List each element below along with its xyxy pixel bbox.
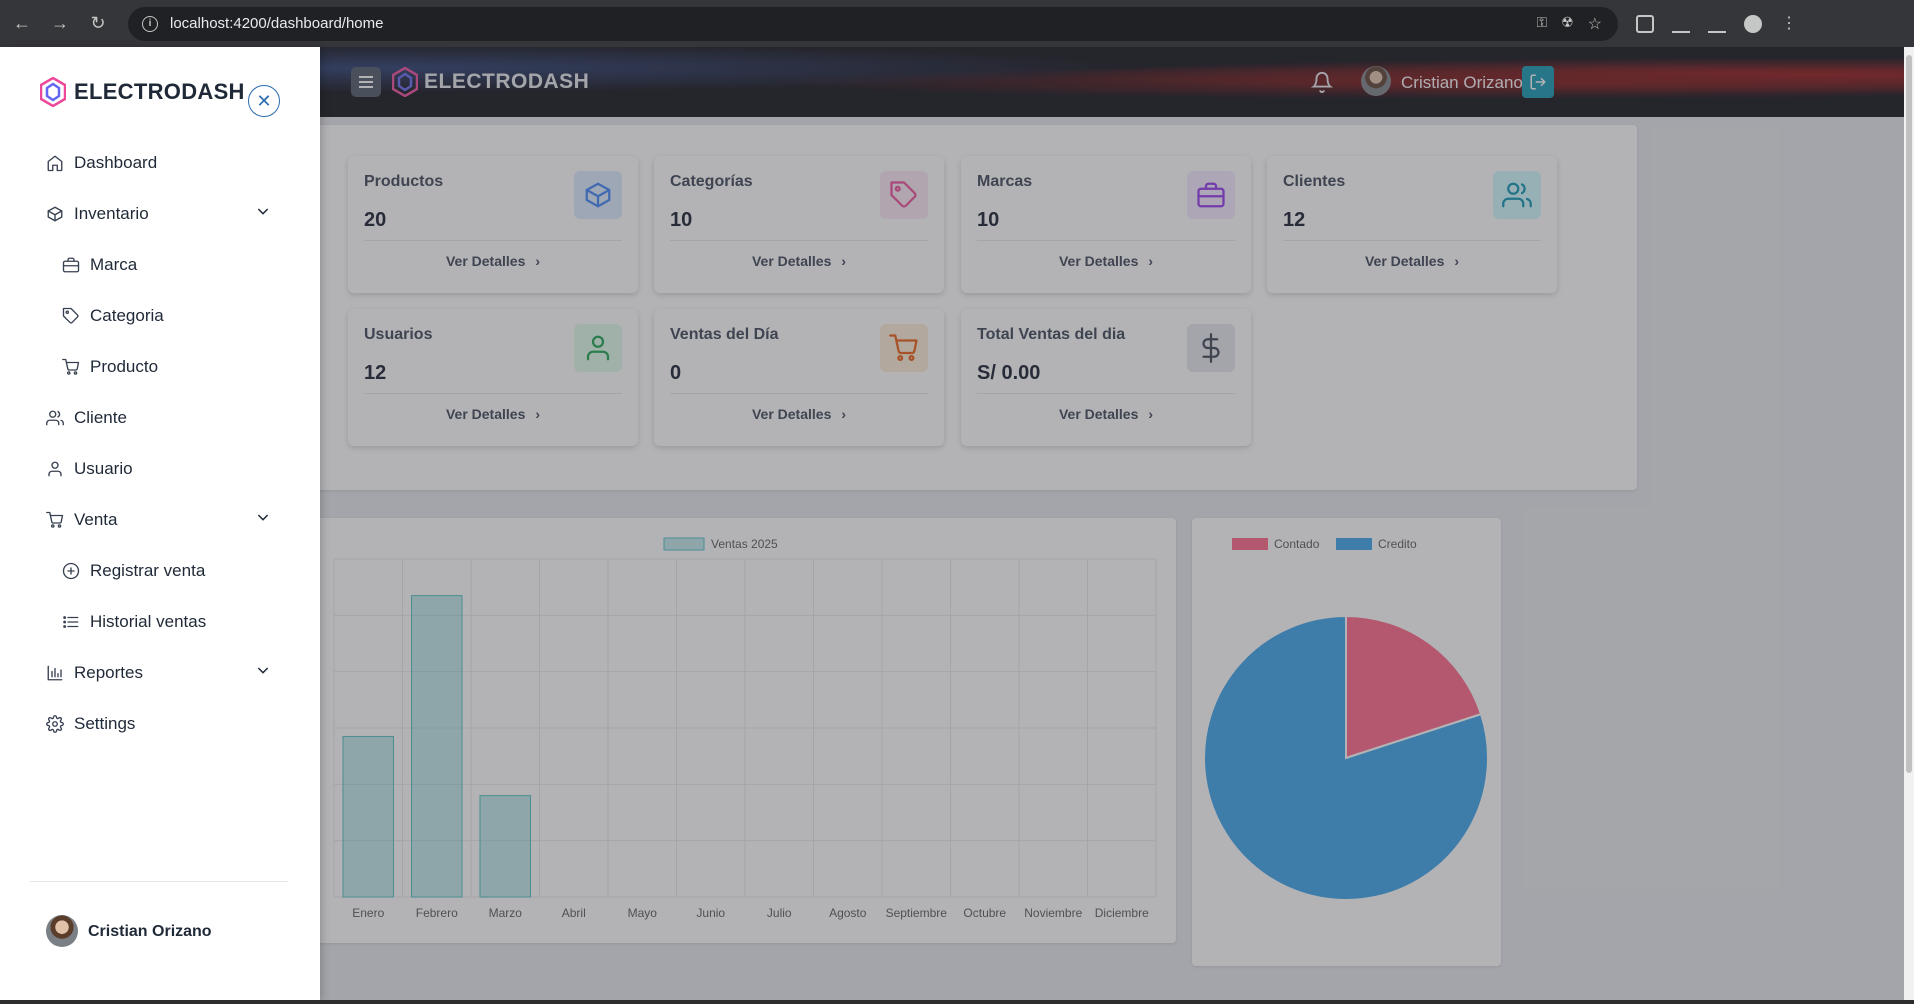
cart-icon <box>46 511 64 528</box>
sidebar-item-venta[interactable]: Venta <box>46 507 118 533</box>
sidebar-item-label: Marca <box>90 255 138 274</box>
reload-icon[interactable]: ↻ <box>82 8 114 40</box>
sidebar-item-registrar-venta[interactable]: Registrar venta <box>62 558 205 584</box>
sidebar-item-reportes[interactable]: Reportes <box>46 660 143 686</box>
home-icon <box>47 155 63 172</box>
translate-icon[interactable]: ☢ <box>1561 14 1574 34</box>
plus-circle-icon <box>62 562 80 580</box>
sidebar-item-producto[interactable]: Producto <box>62 354 158 380</box>
sidebar-divider <box>30 881 288 882</box>
bar-chart-icon <box>47 665 63 681</box>
sidebar-item-label: Usuario <box>74 459 133 478</box>
sidebar-brand-name: ELECTRODASH <box>74 79 245 104</box>
sidebar-item-label: Reportes <box>74 663 143 682</box>
avatar[interactable] <box>46 915 78 947</box>
sidebar-close-button[interactable]: ✕ <box>248 85 280 117</box>
sidebar-item-label: Historial ventas <box>90 612 207 631</box>
sidebar-item-settings[interactable]: Settings <box>46 711 135 737</box>
sidebar-item-inventario[interactable]: Inventario <box>46 201 149 227</box>
site-info-icon[interactable]: i <box>142 15 158 32</box>
sidebar-item-cliente[interactable]: Cliente <box>46 405 127 431</box>
browser-toolbar: ← → ↻ i localhost:4200/dashboard/home ⚿ … <box>0 0 1914 47</box>
cart-icon <box>62 358 80 375</box>
extensions-icon[interactable] <box>1636 14 1654 33</box>
sidebar-user-name[interactable]: Cristian Orizano <box>88 923 212 941</box>
sidebar-logo: ELECTRODASH <box>40 77 245 107</box>
sidebar-item-label: Registrar venta <box>90 561 206 580</box>
menu-kebab-icon[interactable]: ⋮ <box>1780 15 1798 33</box>
chevron-down-icon[interactable] <box>255 662 271 681</box>
users-icon <box>46 410 64 426</box>
back-icon[interactable]: ← <box>6 8 38 40</box>
download-icon[interactable] <box>1708 15 1726 33</box>
profile-icon[interactable] <box>1744 14 1762 33</box>
gear-icon <box>46 715 64 733</box>
url-text: localhost:4200/dashboard/home <box>170 15 384 32</box>
list-icon <box>63 616 79 628</box>
sidebar-item-label: Venta <box>74 510 118 529</box>
scrollbar-thumb[interactable] <box>1906 55 1912 773</box>
sidebar-item-dashboard[interactable]: Dashboard <box>46 150 157 176</box>
address-bar[interactable]: i localhost:4200/dashboard/home ⚿ ☢ ☆ <box>128 6 1618 41</box>
forward-icon[interactable]: → <box>44 8 76 40</box>
logo-icon <box>40 77 66 107</box>
sidebar-item-marca[interactable]: Marca <box>62 252 137 278</box>
sidebar-item-historial-ventas[interactable]: Historial ventas <box>62 609 206 635</box>
box-icon <box>47 206 63 222</box>
tag-icon <box>62 307 79 324</box>
sidebar: ELECTRODASH ✕ Dashboard Inventario Marca Ca… <box>0 47 320 1001</box>
chevron-down-icon[interactable] <box>255 509 271 528</box>
sidebar-item-label: Dashboard <box>74 153 158 172</box>
sidebar-item-label: Inventario <box>74 204 149 223</box>
chevron-down-icon[interactable] <box>255 203 271 222</box>
password-key-icon[interactable]: ⚿ <box>1536 14 1547 34</box>
sidebar-item-label: Cliente <box>74 408 127 427</box>
close-icon: ✕ <box>256 90 272 111</box>
window-bottom-edge <box>0 1000 1914 1004</box>
sidebar-item-categoria[interactable]: Categoria <box>62 303 164 329</box>
sidebar-item-label: Producto <box>90 357 159 376</box>
sidebar-item-usuario[interactable]: Usuario <box>46 456 133 482</box>
media-icon[interactable] <box>1672 15 1690 33</box>
bookmark-star-icon[interactable]: ☆ <box>1588 14 1602 34</box>
sidebar-item-label: Settings <box>74 714 136 733</box>
sidebar-item-label: Categoria <box>90 306 164 325</box>
briefcase-icon <box>62 257 80 273</box>
user-icon <box>48 461 62 477</box>
